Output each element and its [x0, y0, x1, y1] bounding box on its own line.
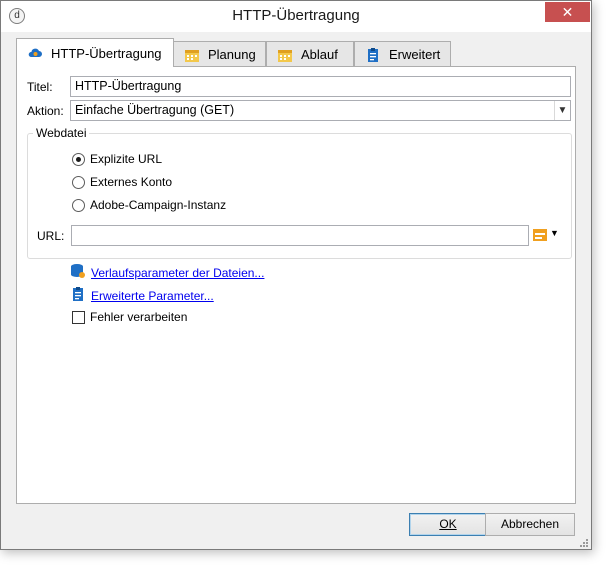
history-params-link-row[interactable]: Verlaufsparameter der Dateien...: [70, 263, 264, 282]
radio-button[interactable]: [72, 175, 85, 189]
ok-button-label: OK: [439, 517, 457, 531]
clipboard-icon: [365, 47, 381, 63]
close-button[interactable]: ✕: [545, 2, 590, 22]
cancel-button-label: Abbrechen: [500, 517, 560, 531]
field-picker-icon[interactable]: [533, 228, 547, 242]
tab-label: HTTP-Übertragung: [51, 45, 162, 61]
error-handling-row[interactable]: Fehler verarbeiten: [72, 310, 187, 324]
url-field[interactable]: [71, 225, 529, 246]
radio-label: Adobe-Campaign-Instanz: [90, 198, 227, 212]
tab-panel: Titel: HTTP-Übertragung Aktion: Einfache…: [16, 66, 576, 504]
radio-label: Explizite URL: [90, 152, 163, 166]
history-params-link[interactable]: Verlaufsparameter der Dateien...: [91, 266, 264, 280]
action-select-value: Einfache Übertragung (GET): [75, 103, 235, 117]
radio-button[interactable]: [72, 152, 85, 166]
title-label: Titel:: [27, 80, 53, 94]
url-label: URL:: [37, 229, 65, 243]
chevron-down-icon[interactable]: ▼: [554, 101, 570, 120]
window-title: HTTP-Übertragung: [232, 7, 360, 24]
radio-external-account[interactable]: Externes Konto: [72, 175, 172, 189]
ok-button[interactable]: OK: [409, 513, 487, 536]
action-select[interactable]: Einfache Übertragung (GET) ▼: [70, 100, 571, 121]
tab-planung[interactable]: Planung: [173, 41, 266, 67]
advanced-params-link[interactable]: Erweiterte Parameter...: [91, 289, 214, 303]
advanced-params-link-row[interactable]: Erweiterte Parameter...: [70, 286, 214, 305]
resize-grip-icon[interactable]: [578, 536, 588, 547]
tab-label: Erweitert: [389, 47, 441, 62]
tab-label: Ablauf: [301, 47, 338, 62]
title-bar[interactable]: d HTTP-Übertragung ✕: [1, 1, 591, 32]
error-handling-checkbox[interactable]: [72, 310, 85, 324]
error-handling-label: Fehler verarbeiten: [90, 310, 188, 324]
radio-label: Externes Konto: [90, 175, 173, 189]
tab-ablauf[interactable]: Ablauf: [266, 41, 354, 67]
radio-campaign-instance[interactable]: Adobe-Campaign-Instanz: [72, 198, 226, 212]
radio-explicit-url[interactable]: Explizite URL: [72, 152, 162, 166]
dialog-window: d HTTP-Übertragung ✕ HTTP-Übertragung Pl…: [0, 0, 592, 550]
database-icon: [70, 263, 86, 282]
action-label: Aktion:: [27, 104, 64, 118]
tab-erweitert[interactable]: Erweitert: [354, 41, 451, 67]
tab-label: Planung: [208, 47, 256, 62]
calendar-icon: [184, 47, 200, 63]
cancel-button[interactable]: Abbrechen: [485, 513, 575, 536]
dropdown-arrow-icon[interactable]: ▼: [550, 228, 559, 238]
title-field[interactable]: HTTP-Übertragung: [70, 76, 571, 97]
tab-http-transfer[interactable]: HTTP-Übertragung: [16, 38, 174, 67]
clipboard-icon: [70, 286, 86, 305]
webfile-group-label: Webdatei: [33, 126, 90, 140]
radio-button[interactable]: [72, 198, 85, 212]
cloud-icon: [27, 45, 43, 61]
calendar-icon: [277, 47, 293, 63]
